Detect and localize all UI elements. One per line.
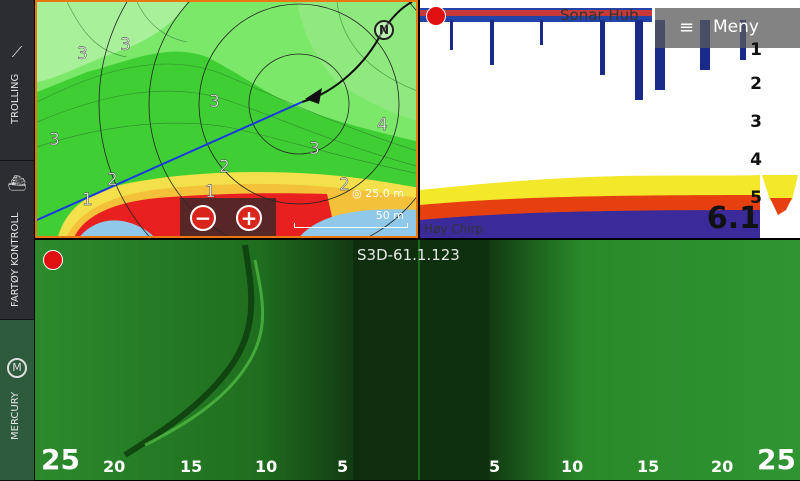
vessel-control-button[interactable]: ⛴ FARTØY KONTROLL (0, 161, 34, 320)
trolling-label: TROLLING (10, 73, 21, 124)
menu-icon: ≡ (679, 17, 695, 38)
depth-label: 3 (120, 35, 131, 55)
range-label-left: 20 (103, 457, 126, 476)
zoom-in-button[interactable]: + (236, 205, 262, 231)
sidescan-pane[interactable]: S3D-61.1.123 25 20 15 10 5 5 10 15 20 25 (35, 240, 800, 480)
north-arrow-icon[interactable]: N (374, 20, 394, 40)
depth-scale-label: 3 (750, 112, 762, 132)
range-label-right: 5 (489, 457, 501, 476)
depth-label: 2 (339, 175, 350, 195)
depth-scale-label: 2 (750, 74, 762, 94)
sidebar: ⟋ TROLLING ⛴ FARTØY KONTROLL M MERCURY (0, 0, 34, 481)
frequency-label: Høy Chirp (424, 222, 484, 236)
record-indicator-icon[interactable] (43, 250, 63, 270)
chart-pane[interactable]: 3 3 3 3 3 4 2 2 1 1 2 N ◎ 25.0 m 50 m − … (35, 0, 418, 238)
mercury-logo-icon: M (7, 358, 27, 378)
trolling-button[interactable]: ⟋ TROLLING (0, 0, 34, 161)
range-label-left: 15 (180, 457, 203, 476)
boat-icon: ⛴ (7, 174, 27, 192)
depth-label: 3 (49, 130, 60, 150)
range-label-left: 5 (337, 457, 349, 476)
depth-label: 2 (107, 170, 118, 190)
zoom-out-button[interactable]: − (190, 205, 216, 231)
sidescan-image (35, 240, 800, 480)
record-indicator-icon[interactable] (426, 6, 446, 26)
trolling-motor-icon: ⟋ (11, 43, 23, 61)
range-label-right: 20 (711, 457, 734, 476)
sonar-pane[interactable]: Sonar Hub ≡ Meny 1 2 3 4 5 Høy Chirp 6.1 (420, 0, 800, 238)
depth-label: 4 (377, 115, 388, 135)
mercury-label: MERCURY (10, 391, 21, 440)
range-ring-value: 25.0 m (365, 187, 404, 200)
depth-scale-label: 1 (750, 40, 762, 60)
depth-label: 3 (309, 139, 320, 159)
depth-label: 2 (219, 157, 230, 177)
depth-label: 3 (77, 44, 88, 64)
depth-scale-label: 4 (750, 150, 762, 170)
zoom-controls: − + (180, 198, 276, 236)
range-label-left: 25 (41, 443, 80, 476)
sonar-title: Sonar Hub (560, 6, 639, 24)
range-ring-label: ◎ 25.0 m (352, 187, 404, 200)
depth-label: 1 (82, 190, 93, 210)
menu-button[interactable]: ≡ Meny (655, 8, 800, 48)
scale-label: 50 m (375, 209, 404, 222)
sidescan-title: S3D-61.1.123 (357, 246, 460, 264)
range-label-left: 10 (255, 457, 278, 476)
scale-bar (294, 223, 408, 228)
vessel-control-label: FARTØY KONTROLL (10, 212, 21, 307)
depth-label: 3 (209, 92, 220, 112)
range-label-right: 15 (637, 457, 660, 476)
current-depth-readout: 6.1 (706, 201, 760, 236)
menu-label: Meny (713, 17, 759, 37)
mercury-button[interactable]: M MERCURY (0, 320, 34, 481)
range-label-right: 25 (757, 443, 796, 476)
range-label-right: 10 (561, 457, 584, 476)
